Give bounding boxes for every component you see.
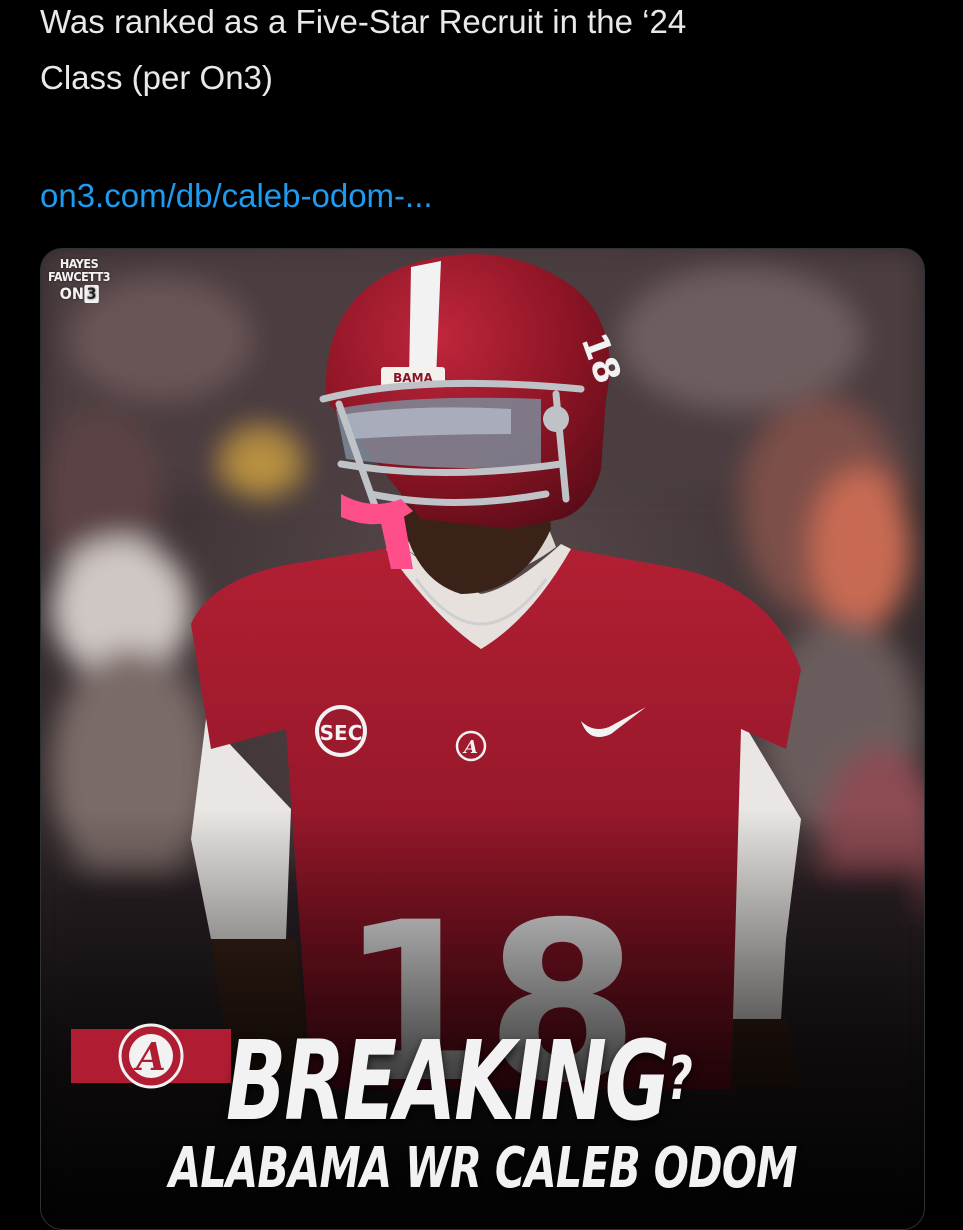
- headline: BREAKING?: [226, 1019, 693, 1141]
- tweet-text-line-1: Was ranked as a Five-Star Recruit in the…: [40, 3, 687, 40]
- on3-logo-text: ON: [59, 284, 84, 303]
- sec-patch: SEC: [320, 721, 363, 745]
- tweet-text-line-2: Class (per On3): [40, 59, 273, 96]
- watermark: HAYES FAWCETT3 ON 3: [47, 257, 112, 303]
- tweet-media-image[interactable]: SEC A 18 BAMA: [40, 248, 925, 1230]
- svg-text:A: A: [462, 737, 478, 758]
- watermark-line-2: FAWCETT3: [47, 269, 111, 284]
- headline-suffix: ?: [667, 1044, 693, 1114]
- tweet-text: Was ranked as a Five-Star Recruit in the…: [40, 0, 940, 106]
- on3-logo-number: 3: [84, 284, 99, 303]
- subheadline: ALABAMA WR CALEB ODOM: [169, 1136, 797, 1201]
- alabama-logo-icon: A: [71, 1023, 231, 1089]
- headline-text: BREAKING: [226, 1017, 670, 1145]
- team-logo-letter: A: [133, 1034, 165, 1079]
- on3-logo: ON 3: [60, 285, 99, 303]
- tweet-link[interactable]: on3.com/db/caleb-odom-...: [40, 168, 433, 224]
